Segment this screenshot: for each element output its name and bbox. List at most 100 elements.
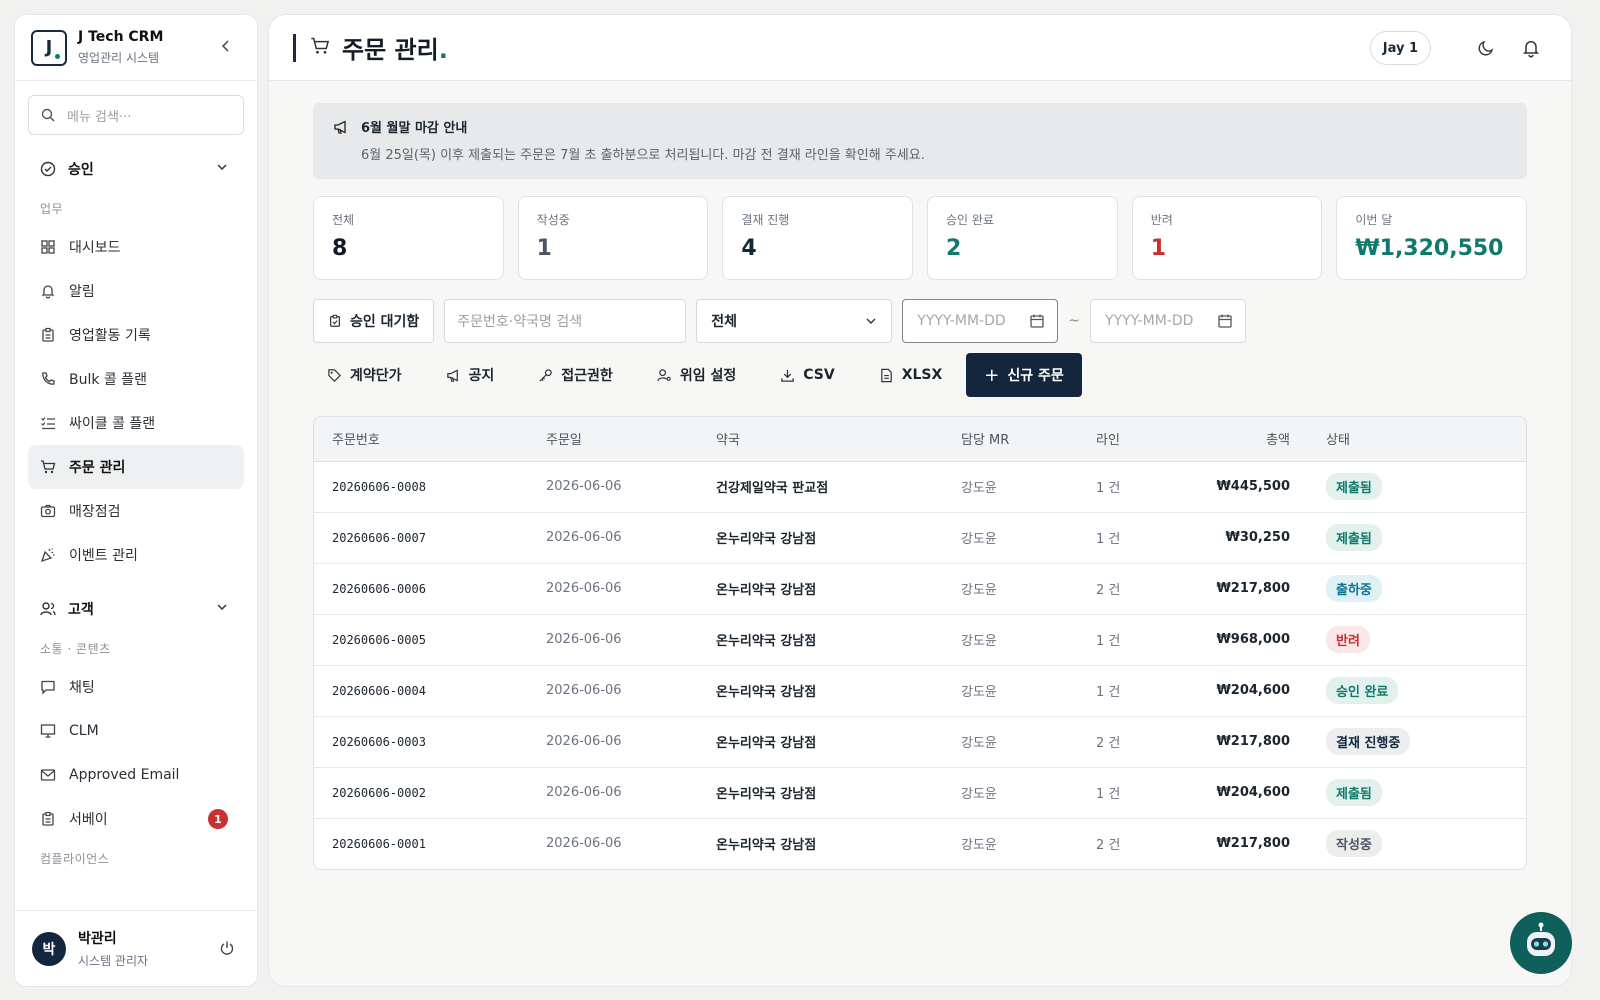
cell-total: ₩217,800: [1216, 836, 1290, 852]
cell-lines: 2 건: [1078, 716, 1178, 768]
table-row[interactable]: 20260606-0003 2026-06-06 온누리약국 강남점 강도윤 2 건 ₩2…: [314, 716, 1526, 768]
party-icon: [40, 547, 58, 563]
menu-search-placeholder: 메뉴 검색···: [67, 109, 132, 125]
sidebar-item-cycle-call[interactable]: 싸이클 콜 플랜: [28, 401, 244, 445]
moon-icon[interactable]: [1477, 39, 1495, 57]
tag-icon: [328, 368, 341, 382]
stat-rejected[interactable]: 반려 1: [1131, 196, 1323, 280]
stat-total[interactable]: 전체 8: [313, 196, 504, 280]
sidebar-item-alerts[interactable]: 알림: [28, 269, 244, 313]
order-search-input[interactable]: 주문번호·약국명 검색: [444, 299, 687, 343]
contract-price-button[interactable]: 계약단가: [313, 365, 402, 385]
date-to-input[interactable]: YYYY-MM-DD: [1090, 299, 1247, 343]
table-row[interactable]: 20260606-0001 2026-06-06 온누리약국 강남점 강도윤 2 건 ₩2…: [314, 818, 1526, 869]
status-badge: 출하중: [1326, 575, 1382, 602]
logout-power-icon[interactable]: [219, 940, 235, 960]
user-role: 시스템 관리자: [78, 954, 149, 968]
notice-body: 6월 25일(목) 이후 제출되는 주문은 7월 초 출하분으로 처리됩니다. …: [361, 148, 925, 163]
page-title-dot: .: [438, 36, 448, 64]
sidebar-item-orders[interactable]: 주문 관리: [28, 445, 244, 489]
stat-value: 2: [946, 236, 962, 261]
user-profile[interactable]: 박 박관리 시스템 관리자: [15, 910, 257, 986]
cell-pharmacy: 온누리약국 강남점: [698, 563, 943, 615]
sidebar-item-events[interactable]: 이벤트 관리: [28, 533, 244, 577]
user-chip[interactable]: Jay 1: [1369, 31, 1431, 65]
sidebar-item-approved-email[interactable]: Approved Email: [28, 753, 244, 797]
cell-date: 2026-06-06: [528, 665, 698, 717]
column-header-pharmacy[interactable]: 약국: [698, 417, 943, 462]
sidebar-item-label: 이벤트 관리: [69, 548, 138, 564]
column-header-lines[interactable]: 라인: [1078, 417, 1178, 462]
nav-group-approval[interactable]: 승인: [28, 147, 244, 191]
calendar-icon[interactable]: [1029, 313, 1045, 333]
sidebar-nav: 승인 업무 대시보드 알림 영업활동 기록 Bulk 콜 플랜 싸이클 콜 플랜…: [15, 147, 257, 910]
sidebar-item-dashboard[interactable]: 대시보드: [28, 225, 244, 269]
megaphone-icon: [446, 368, 458, 382]
export-csv-button[interactable]: CSV: [766, 367, 835, 383]
cell-mr: 강도윤: [943, 716, 1078, 768]
menu-search-input[interactable]: 메뉴 검색···: [28, 95, 244, 135]
cart-icon: [40, 459, 58, 475]
sidebar-item-store-check[interactable]: 매장점검: [28, 489, 244, 533]
megaphone-icon: [334, 119, 346, 134]
cell-pharmacy: 온누리약국 강남점: [698, 614, 943, 666]
cell-date: 2026-06-06: [546, 836, 622, 852]
sidebar-item-chat[interactable]: 채팅: [28, 665, 244, 709]
cell-lines: 1 건: [1078, 461, 1178, 513]
sidebar-item-label: Bulk 콜 플랜: [69, 372, 148, 388]
export-csv-label: CSV: [803, 367, 835, 383]
column-header-date[interactable]: 주문일: [528, 417, 698, 462]
status-badge: 결재 진행중: [1326, 728, 1411, 755]
action-bar: 계약단가 공지 접근권한 위임 설정 CSV XLSX + 신규 주문: [313, 352, 1527, 398]
stat-approved[interactable]: 승인 완료 2: [927, 196, 1118, 280]
sidebar-item-bulk-call[interactable]: Bulk 콜 플랜: [28, 357, 244, 401]
cell-total: ₩204,600: [1178, 767, 1308, 819]
sidebar-item-clm[interactable]: CLM: [28, 709, 244, 753]
column-header-status[interactable]: 상태: [1308, 417, 1526, 462]
new-order-button[interactable]: + 신규 주문: [966, 353, 1082, 397]
sidebar-item-activity-log[interactable]: 영업활동 기록: [28, 313, 244, 357]
column-header-total[interactable]: 총액: [1178, 417, 1308, 462]
stats-row: 전체 8 작성중 1 결재 진행 4 승인 완료 2 반려 1 이번 달 ₩1,320,550: [313, 196, 1528, 280]
collapse-sidebar-button[interactable]: [221, 38, 231, 57]
status-select[interactable]: 전체: [696, 299, 893, 343]
cell-total: ₩445,500: [1178, 461, 1308, 513]
export-xlsx-button[interactable]: XLSX: [865, 367, 942, 383]
sidebar-item-label: 대시보드: [69, 240, 121, 256]
column-header-mr[interactable]: 담당 MR: [943, 417, 1078, 462]
access-rights-button[interactable]: 접근권한: [524, 365, 613, 385]
table-row[interactable]: 20260606-0005 2026-06-06 온누리약국 강남점 강도윤 1 건 ₩9…: [314, 614, 1526, 666]
bell-icon[interactable]: [1521, 38, 1541, 58]
sidebar-item-survey[interactable]: 서베이 1: [28, 797, 244, 841]
column-header-order-no[interactable]: 주문번호: [314, 417, 528, 462]
calendar-icon[interactable]: [1217, 313, 1233, 333]
stat-value: 1: [1150, 236, 1166, 261]
table-row[interactable]: 20260606-0002 2026-06-06 온누리약국 강남점 강도윤 1 건 ₩2…: [314, 767, 1526, 819]
table-row[interactable]: 20260606-0006 2026-06-06 온누리약국 강남점 강도윤 2 건 ₩2…: [314, 563, 1526, 615]
date-from-input[interactable]: YYYY-MM-DD: [902, 299, 1059, 343]
chatbot-assistant-button[interactable]: [1510, 912, 1572, 974]
stat-this-month[interactable]: 이번 달 ₩1,320,550: [1336, 196, 1528, 280]
cell-order-no: 20260606-0001: [332, 836, 426, 851]
brand: J J Tech CRM 영업관리 시스템: [15, 15, 257, 81]
notification-badge: 1: [208, 809, 228, 829]
cell-status: 출하중: [1308, 563, 1526, 615]
pending-approval-button[interactable]: 승인 대기함: [313, 299, 435, 343]
cell-status: 제출됨: [1308, 512, 1526, 564]
notice-button[interactable]: 공지: [432, 365, 494, 385]
delegate-settings-button[interactable]: 위임 설정: [643, 365, 736, 385]
main-content: 주문 관리. Jay 1 6월 월말 마감 안내 6월 25일(목) 이후 제출…: [268, 14, 1572, 987]
nav-group-customer[interactable]: 고객: [28, 587, 244, 631]
stat-value: 4: [741, 236, 757, 261]
cell-pharmacy: 건강제일약국 판교점: [698, 461, 943, 513]
cell-date: 2026-06-06: [528, 563, 698, 615]
table-row[interactable]: 20260606-0004 2026-06-06 온누리약국 강남점 강도윤 1 건 ₩2…: [314, 665, 1526, 717]
users-icon: [40, 601, 56, 617]
status-select-value: 전체: [711, 314, 738, 330]
cell-mr: 강도윤: [943, 665, 1078, 717]
table-row[interactable]: 20260606-0008 2026-06-06 건강제일약국 판교점 강도윤 1 건 ₩…: [314, 461, 1526, 513]
order-search-placeholder: 주문번호·약국명 검색: [457, 314, 583, 330]
stat-draft[interactable]: 작성중 1: [517, 196, 709, 280]
table-row[interactable]: 20260606-0007 2026-06-06 온누리약국 강남점 강도윤 1 건 ₩3…: [314, 512, 1526, 564]
stat-in-progress[interactable]: 결재 진행 4: [722, 196, 914, 280]
